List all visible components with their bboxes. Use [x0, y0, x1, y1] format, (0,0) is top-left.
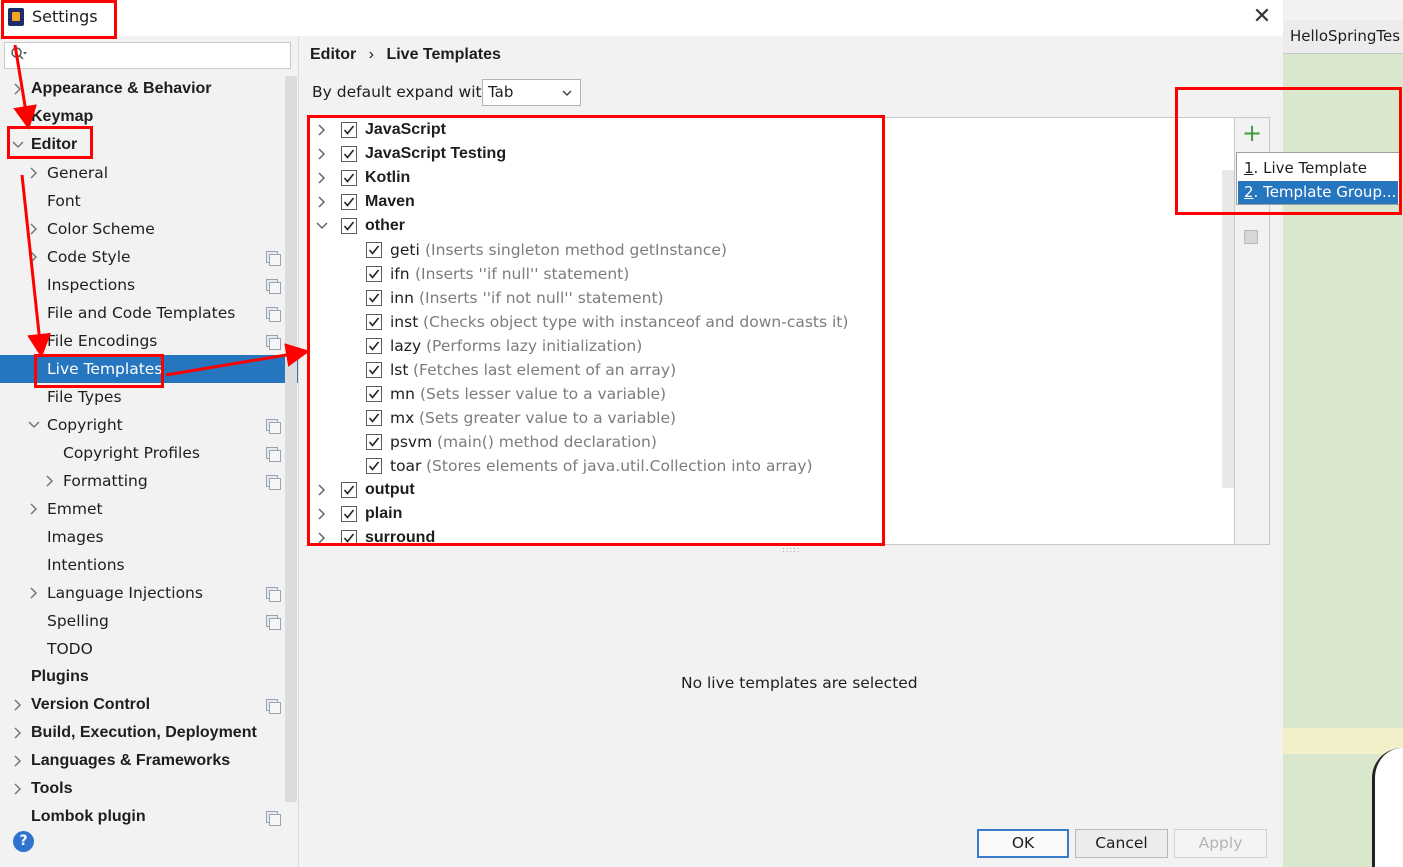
annotation-arrow [165, 343, 310, 377]
annotation-arrow [20, 174, 52, 358]
annotation-arrow [13, 44, 37, 130]
annotation-arrows [13, 44, 310, 377]
